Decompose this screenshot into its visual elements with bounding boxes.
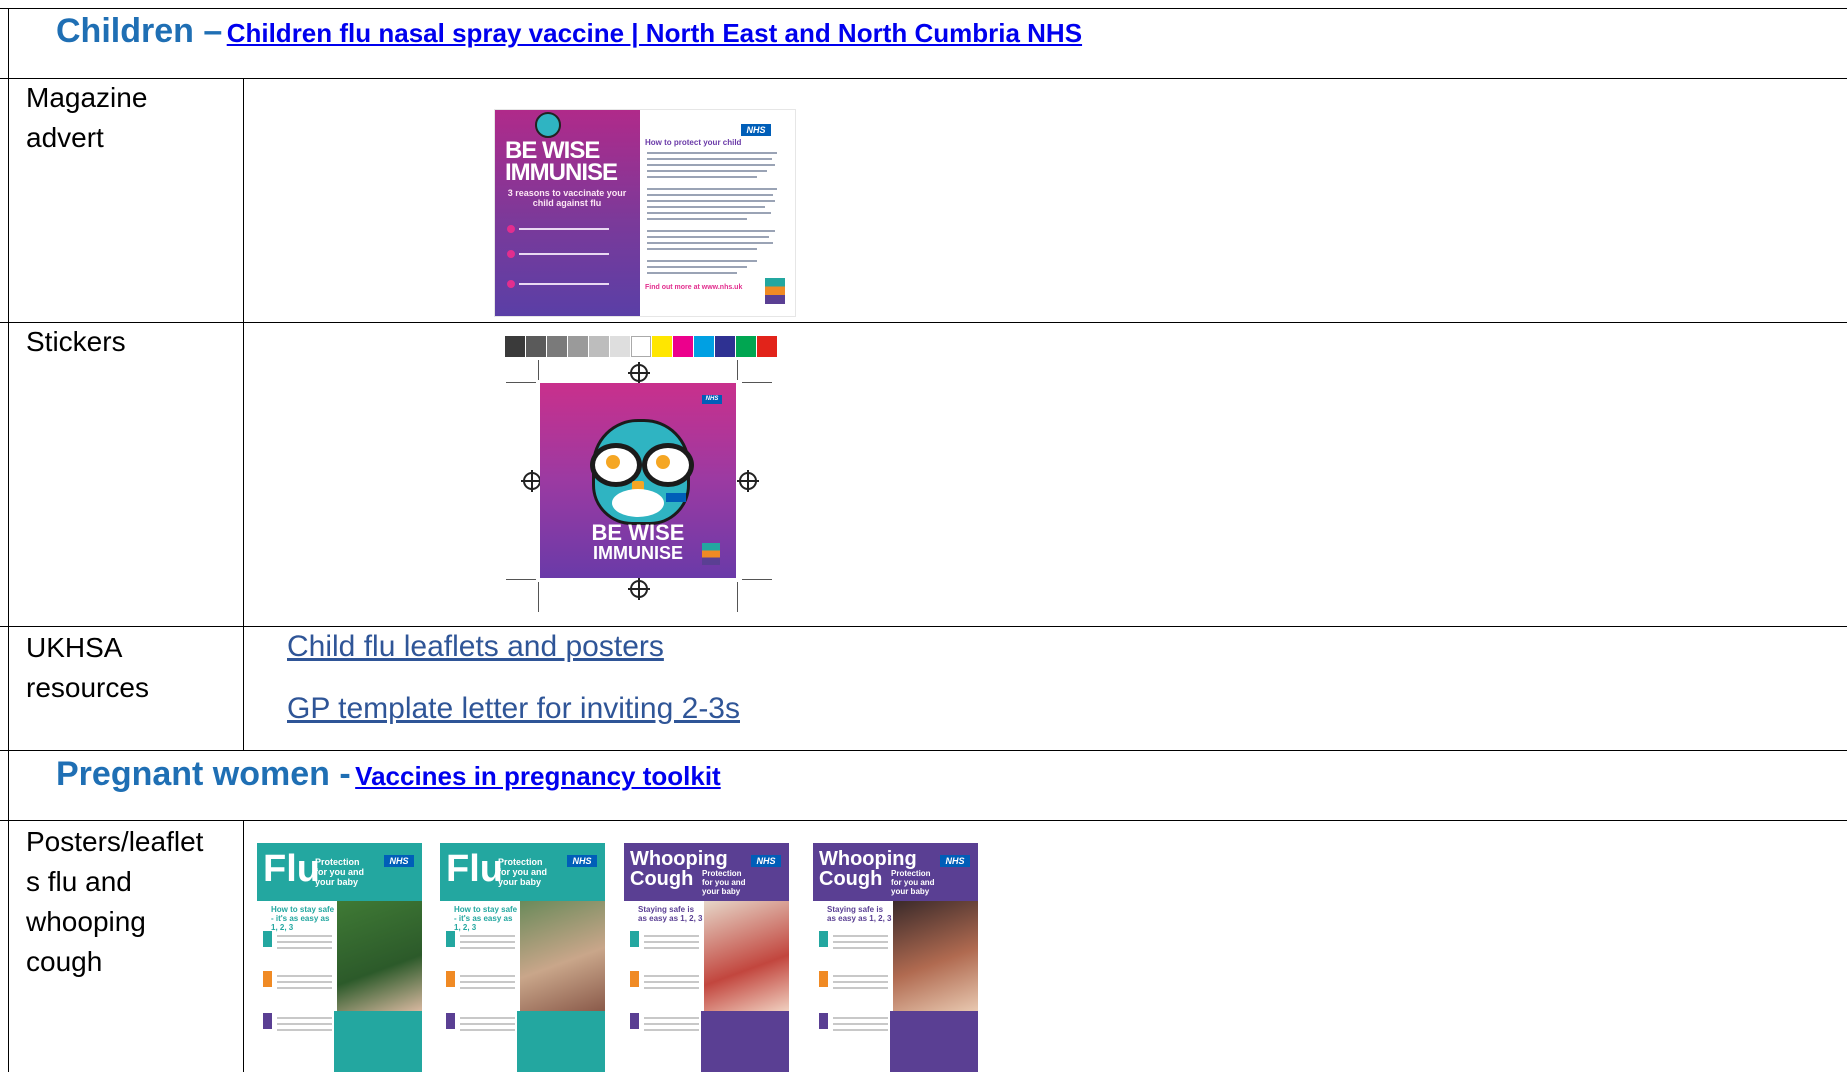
poster-nhs-logo: NHS (940, 855, 970, 867)
poster-sub: Protection for you and your baby (315, 857, 364, 887)
poster-photo (893, 901, 978, 1011)
sticker-image: NHS BE WISE IMMUNISE (540, 383, 736, 578)
registration-mark-left (521, 470, 543, 492)
poster-footer-panel (334, 1011, 422, 1072)
poster-sub: Protection for you and your baby (702, 869, 746, 896)
poster-footer-panel (701, 1011, 789, 1072)
registration-mark-right (737, 470, 759, 492)
poster-photo (337, 901, 422, 1011)
poster-title: Flu (263, 848, 320, 890)
table-border-left (8, 8, 9, 1072)
row-divider (0, 820, 1847, 821)
advert-nhs-logo: NHS (741, 124, 771, 136)
advert-title: BE WISE IMMUNISE (505, 139, 618, 186)
poster-whooping-cough-1: Whooping Cough Protection for you and yo… (624, 843, 789, 1072)
advert-right-heading: How to protect your child (645, 138, 742, 147)
advert-footer: Find out more at www.nhs.uk (645, 284, 743, 291)
column-divider (243, 820, 244, 1072)
sticker-nhs-logo: NHS (702, 395, 722, 404)
poster-photo (520, 901, 605, 1011)
poster-nhs-logo: NHS (384, 855, 414, 867)
poster-sub: Protection for you and your baby (498, 857, 547, 887)
row-label-ukhsa-resources: UKHSA resources (26, 632, 149, 703)
row-divider (0, 626, 1847, 627)
poster-flu-1: Flu Protection for you and your baby NHS… (257, 843, 422, 1072)
row-label-line: whooping (26, 906, 146, 937)
section-heading-children: Children – Children flu nasal spray vacc… (56, 12, 1082, 51)
registration-mark-bottom (628, 578, 650, 600)
section-heading-text: Children – (56, 12, 223, 50)
owl-logo-icon (535, 112, 561, 138)
poster-title: Flu (446, 848, 503, 890)
row-label-line: cough (26, 946, 103, 977)
row-label-magazine-advert: Magazine advert (26, 82, 148, 153)
advert-subtitle: 3 reasons to vaccinate your child agains… (507, 188, 627, 208)
children-flu-link[interactable]: Children flu nasal spray vaccine | North… (227, 18, 1082, 48)
row-label-posters: Posters/leaflet s flu and whooping cough (26, 822, 236, 982)
row-label-line: s flu and (26, 866, 132, 897)
section-heading-pregnant-women: Pregnant women - Vaccines in pregnancy t… (56, 755, 721, 794)
poster-photo (704, 901, 789, 1011)
poster-footer-panel (517, 1011, 605, 1072)
sticker-title-line1: BE WISE (591, 520, 685, 545)
advert-badge-icon (765, 278, 785, 304)
table-border-top (0, 8, 1847, 9)
poster-sub: Protection for you and your baby (891, 869, 935, 896)
poster-footer-panel (890, 1011, 978, 1072)
poster-title: Whooping Cough (819, 848, 917, 890)
poster-tagline: Staying safe is as easy as 1, 2, 3 (827, 905, 892, 923)
owl-with-glasses-icon (584, 411, 694, 525)
sticker-badge-icon (702, 543, 720, 565)
column-divider (243, 78, 244, 750)
row-divider (0, 322, 1847, 323)
bullet-1 (507, 220, 627, 236)
registration-mark-top (628, 362, 650, 384)
row-divider (0, 750, 1847, 751)
bullet-3 (507, 275, 627, 291)
poster-tagline: How to stay safe - it's as easy as 1, 2,… (454, 905, 518, 932)
row-divider (0, 78, 1847, 79)
magazine-advert-image: BE WISE IMMUNISE 3 reasons to vaccinate … (495, 110, 795, 316)
advert-title-line2: IMMUNISE (505, 159, 618, 186)
gp-template-letter-link[interactable]: GP template letter for inviting 2-3s (287, 692, 740, 726)
poster-nhs-logo: NHS (567, 855, 597, 867)
poster-title: Whooping Cough (630, 848, 728, 890)
row-label-line: Posters/leaflet (26, 826, 204, 857)
poster-nhs-logo: NHS (751, 855, 781, 867)
advert-left-panel: BE WISE IMMUNISE 3 reasons to vaccinate … (495, 110, 640, 316)
vaccines-in-pregnancy-link[interactable]: Vaccines in pregnancy toolkit (355, 761, 721, 791)
poster-tagline: How to stay safe - it's as easy as 1, 2,… (271, 905, 335, 932)
bullet-2 (507, 245, 627, 261)
row-label-stickers: Stickers (26, 326, 126, 357)
poster-flu-2: Flu Protection for you and your baby NHS… (440, 843, 605, 1072)
poster-whooping-cough-2: Whooping Cough Protection for you and yo… (813, 843, 978, 1072)
section-heading-text: Pregnant women - (56, 755, 351, 793)
child-flu-leaflets-link[interactable]: Child flu leaflets and posters (287, 630, 664, 664)
poster-tagline: Staying safe is as easy as 1, 2, 3 (638, 905, 703, 923)
